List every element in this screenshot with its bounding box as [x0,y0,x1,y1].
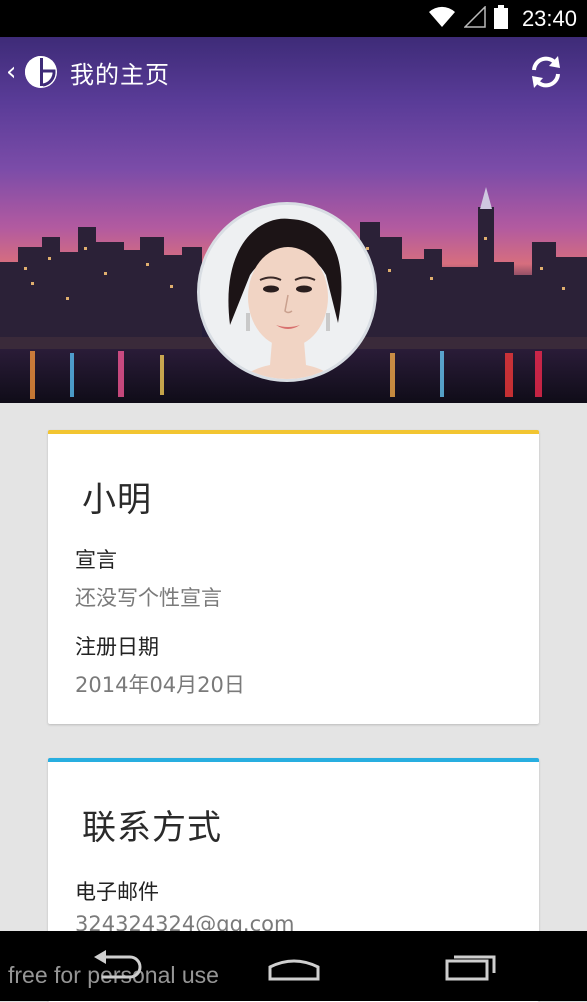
wifi-icon [428,6,456,32]
status-time: 23:40 [521,5,577,31]
motto-label: 宣言 [75,548,117,572]
signal-icon [463,4,486,32]
profile-card: 小明 宣言 还没写个性宣言 注册日期 2014年04月20日 [48,430,539,724]
avatar[interactable] [197,202,377,382]
contact-card-title: 联系方式 [82,808,222,848]
battery-icon [493,4,508,33]
watermark-text: free for personal use [8,962,219,988]
recents-nav-icon[interactable] [444,949,498,983]
app-bar: ‹ 我的主页 [0,37,587,107]
refresh-icon[interactable] [527,53,565,91]
user-name: 小明 [82,480,152,520]
home-nav-icon[interactable] [266,949,322,983]
register-date-label: 注册日期 [75,635,159,659]
status-bar: 23:40 [0,0,587,37]
register-date-value: 2014年04月20日 [75,673,245,697]
status-icons: 23:40 [428,0,577,37]
email-label: 电子邮件 [75,880,159,904]
page-title: 我的主页 [70,60,170,89]
app-logo-icon[interactable] [24,55,58,89]
motto-value: 还没写个性宣言 [75,586,222,610]
avatar-portrait-image [200,205,374,379]
back-chevron-icon[interactable]: ‹ [6,57,20,87]
